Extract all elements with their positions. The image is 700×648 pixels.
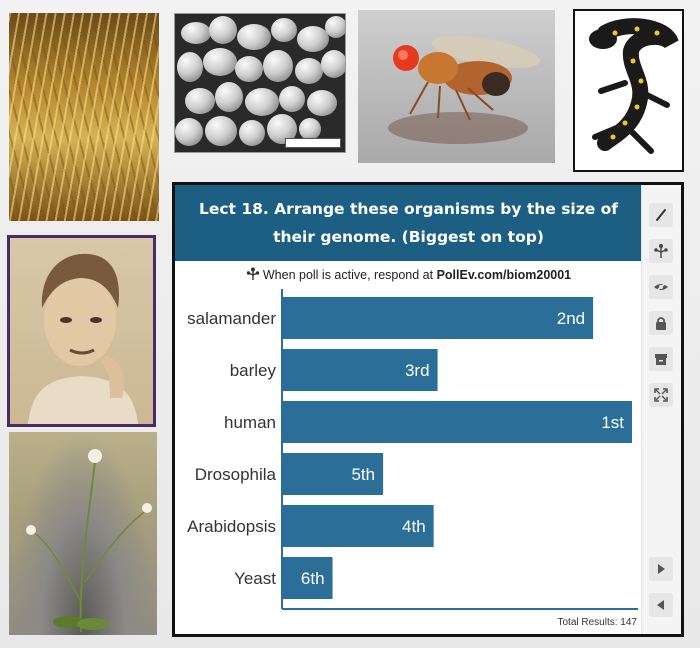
pencil-button[interactable] <box>649 203 673 227</box>
category-label: human <box>224 413 276 432</box>
scale-bar <box>285 138 341 148</box>
next-button[interactable] <box>649 557 673 581</box>
bar-value-label: 5th <box>351 465 375 484</box>
polleverywhere-tree-icon <box>654 244 668 258</box>
archive-button[interactable] <box>649 347 673 371</box>
bar-value-label: 1st <box>601 413 624 432</box>
category-label: salamander <box>187 309 276 328</box>
expand-icon <box>654 388 668 402</box>
polleverywhere-button[interactable] <box>649 239 673 263</box>
category-label: barley <box>230 361 277 380</box>
poll-panel: Lect 18. Arrange these organisms by the … <box>172 182 684 637</box>
category-label: Drosophila <box>195 465 277 484</box>
hide-responses-button[interactable] <box>649 275 673 299</box>
poll-header: Lect 18. Arrange these organisms by the … <box>175 185 642 261</box>
drosophila-photo <box>358 10 555 163</box>
bar-value-label: 3rd <box>405 361 430 380</box>
poll-title: Lect 18. Arrange these organisms by the … <box>198 200 619 246</box>
bar-value-label: 4th <box>402 517 426 536</box>
total-results: Total Results: 147 <box>557 617 638 628</box>
prev-arrow-icon <box>657 600 664 610</box>
poll-sidebar <box>641 185 681 634</box>
lock-button[interactable] <box>649 311 673 335</box>
hide-eye-icon <box>654 281 668 293</box>
polleverywhere-tree-icon <box>246 267 260 284</box>
next-arrow-icon <box>658 564 665 574</box>
pencil-icon <box>656 209 666 221</box>
respond-instructions: When poll is active, respond at PollEv.c… <box>175 267 642 284</box>
bar-value-label: 2nd <box>557 309 585 328</box>
arabidopsis-photo <box>9 432 157 635</box>
lock-icon <box>656 317 666 330</box>
barley-photo <box>9 13 159 221</box>
portrait-photo <box>7 235 156 427</box>
salamander-photo <box>573 9 684 172</box>
category-label: Yeast <box>234 569 276 588</box>
respond-prefix: When poll is active, respond at <box>262 268 437 282</box>
respond-url[interactable]: PollEv.com/biom20001 <box>437 268 572 282</box>
bar-value-label: 6th <box>301 569 325 588</box>
previous-button[interactable] <box>649 593 673 617</box>
expand-button[interactable] <box>649 383 673 407</box>
archive-icon <box>655 354 667 365</box>
bar-human <box>282 401 632 443</box>
bar-salamander <box>282 297 594 339</box>
bar-chart: salamander 2nd barley 3rd human 1st Drosophila… <box>187 289 638 610</box>
category-label: Arabidopsis <box>187 517 276 536</box>
yeast-sem-photo <box>174 13 346 153</box>
